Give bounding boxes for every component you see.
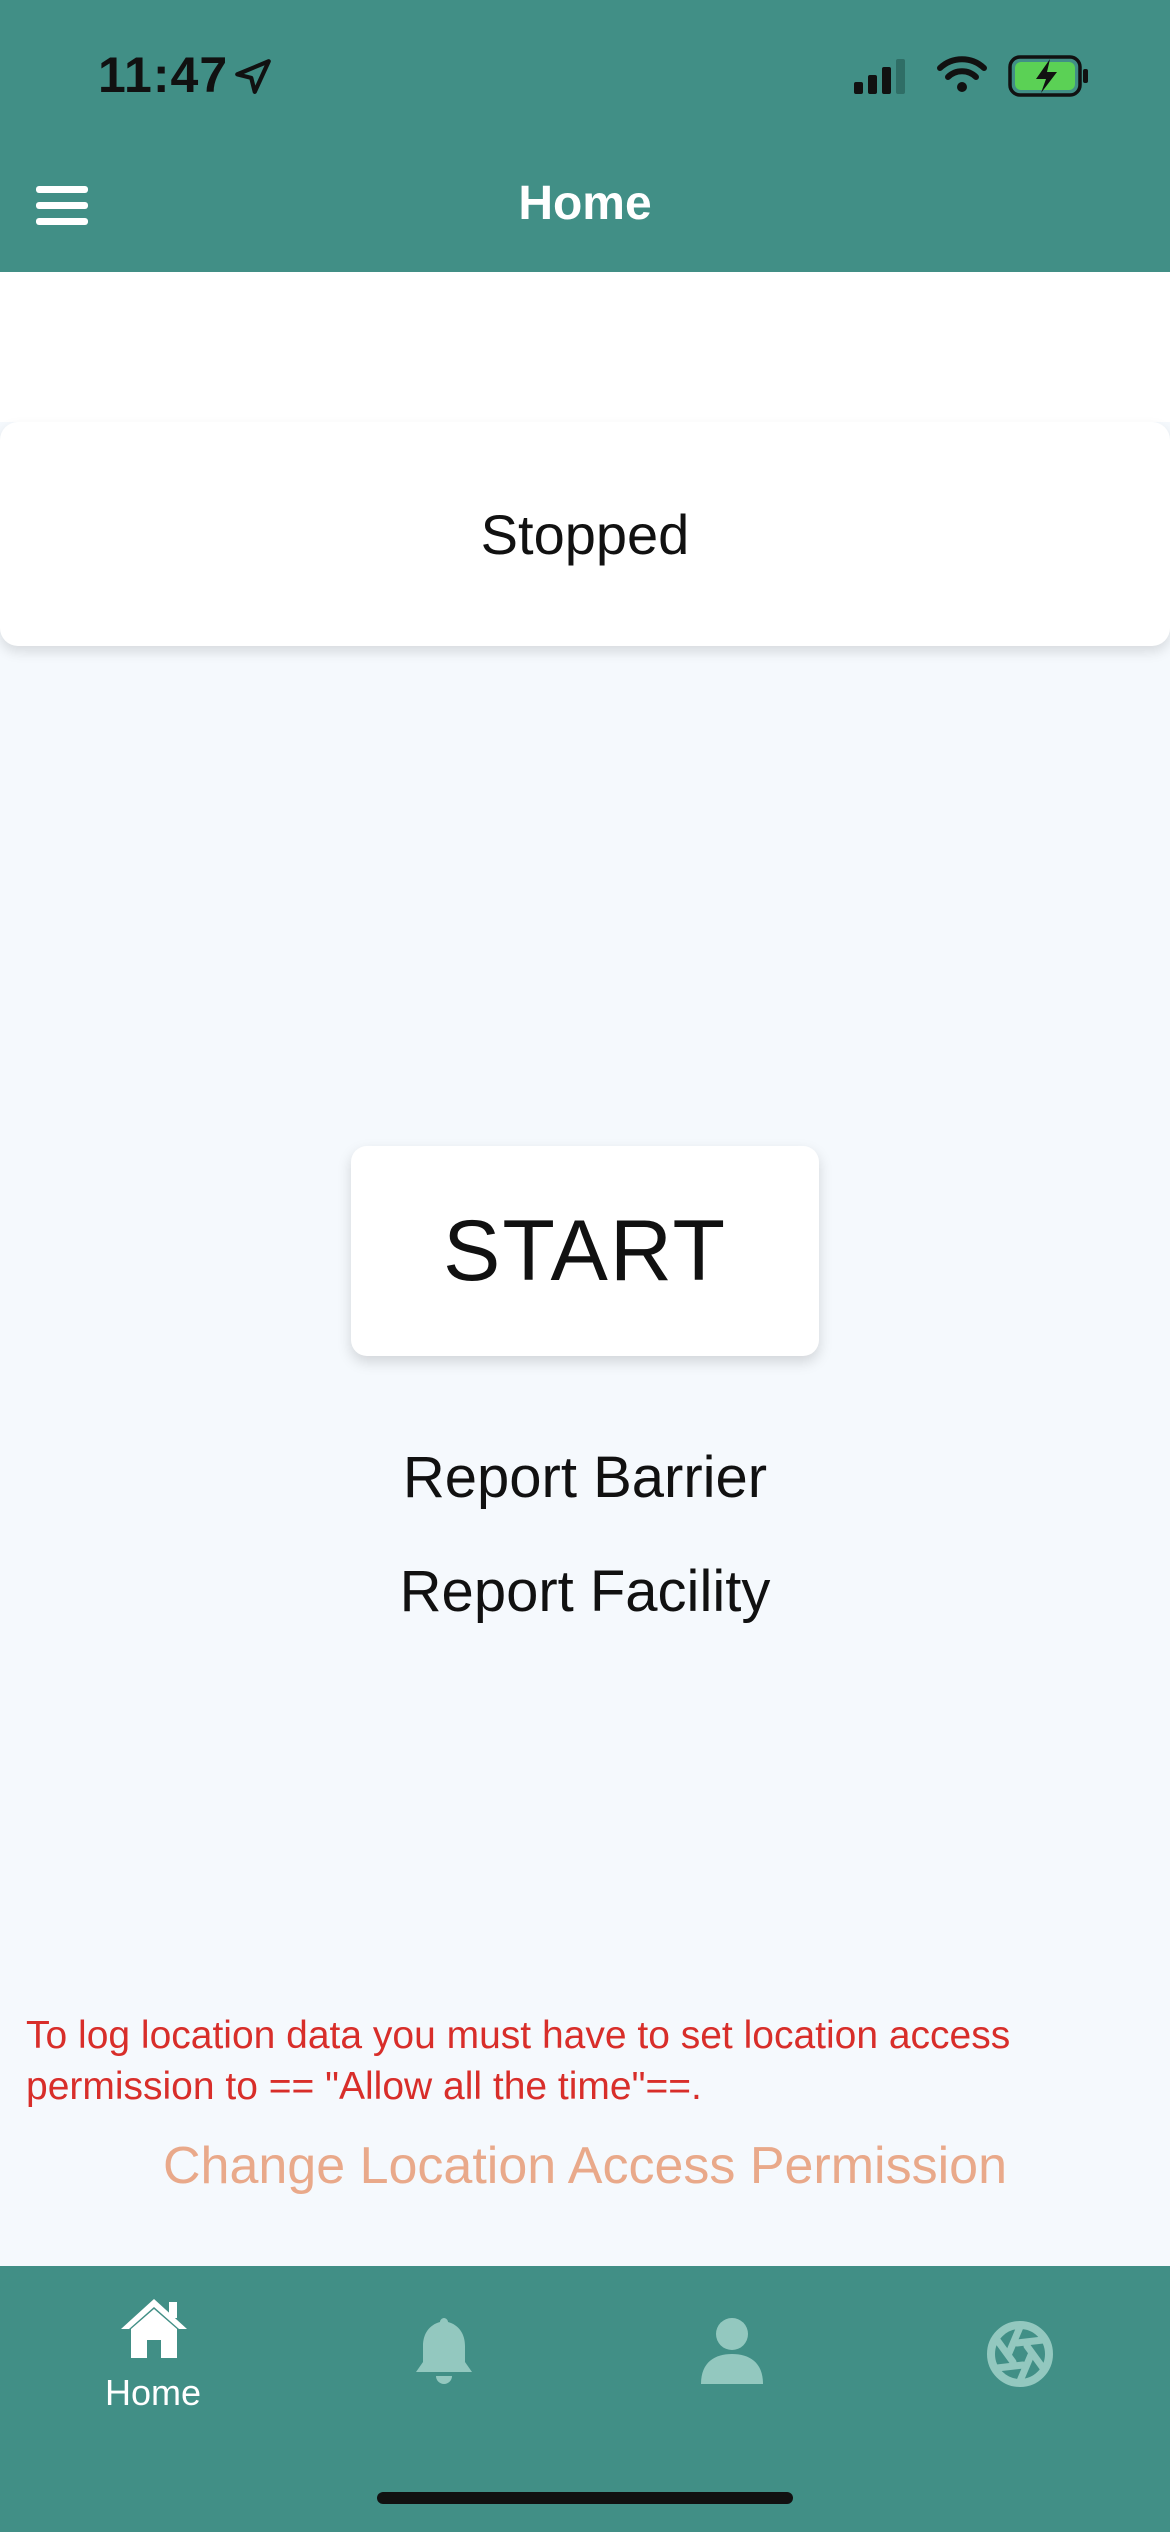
status-time: 11:47 bbox=[98, 47, 229, 103]
tracking-status-card: Stopped bbox=[0, 422, 1170, 646]
home-indicator bbox=[377, 2492, 793, 2504]
location-permission-warning: To log location data you must have to se… bbox=[26, 2014, 1011, 2108]
page-title: Home bbox=[518, 177, 652, 230]
app-header: 11:47 Home bbox=[0, 0, 1170, 272]
tab-aperture[interactable] bbox=[944, 2296, 1094, 2416]
tab-home-label: Home bbox=[104, 2372, 202, 2413]
tab-home[interactable]: Home bbox=[78, 2296, 228, 2416]
tab-profile[interactable] bbox=[656, 2296, 806, 2416]
person-icon bbox=[701, 2318, 763, 2384]
aperture-icon bbox=[987, 2321, 1053, 2387]
tracking-status-text: Stopped bbox=[480, 502, 690, 566]
report-facility-link[interactable]: Report Facility bbox=[0, 1558, 1170, 1625]
tab-notifications[interactable] bbox=[368, 2296, 518, 2416]
change-location-permission-link[interactable]: Change Location Access Permission bbox=[0, 2136, 1170, 2196]
bell-icon bbox=[416, 2318, 472, 2384]
top-spacer bbox=[0, 272, 1170, 422]
location-arrow-icon bbox=[235, 59, 271, 94]
cellular-signal-icon bbox=[854, 59, 905, 94]
start-button[interactable]: START bbox=[351, 1146, 819, 1356]
home-icon bbox=[121, 2299, 187, 2358]
report-barrier-link[interactable]: Report Barrier bbox=[0, 1444, 1170, 1511]
wifi-icon bbox=[937, 56, 987, 92]
battery-charging-icon bbox=[1008, 55, 1088, 97]
